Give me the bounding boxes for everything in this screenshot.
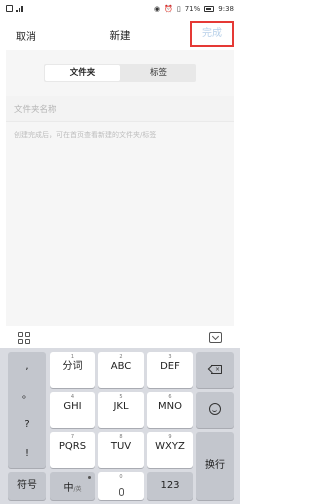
punctuation-key[interactable]: !	[8, 439, 46, 468]
key-3[interactable]: 3 DEF	[147, 352, 193, 388]
backspace-key[interactable]: ×	[196, 352, 234, 388]
backspace-icon: ×	[207, 365, 222, 374]
key-9[interactable]: 9 WXYZ	[147, 432, 193, 468]
vibrate-icon: ▯	[176, 5, 181, 13]
chinese-english-key[interactable]: 中/英	[50, 472, 95, 500]
keyboard: , 。 ? ! 1 分词 2 ABC 3 DEF × 4 GHI 5 JKL 6…	[0, 348, 240, 504]
tab-folder[interactable]: 文件夹	[45, 65, 120, 81]
hide-keyboard-icon[interactable]	[209, 332, 222, 343]
indicator-dot-icon	[88, 476, 91, 479]
clock: 9:38	[218, 5, 234, 13]
create-panel: 文件夹 标签 文件夹名称 创建完成后，可在首页查看新建的文件夹/标签	[6, 50, 234, 326]
space-key[interactable]: 0	[98, 472, 144, 500]
key-6[interactable]: 6 MNO	[147, 392, 193, 428]
emoji-key[interactable]	[196, 392, 234, 428]
microphone-icon	[118, 488, 124, 496]
tab-tag[interactable]: 标签	[121, 64, 196, 82]
signal-icon	[16, 5, 23, 12]
battery-icon	[204, 6, 215, 12]
key-4[interactable]: 4 GHI	[50, 392, 95, 428]
keyboard-toolbar	[0, 326, 240, 348]
punctuation-key[interactable]: ?	[8, 410, 46, 439]
status-bar: ◉ ⏰ ▯ 71% 9:38	[0, 0, 240, 20]
done-button[interactable]: 完成	[190, 21, 234, 47]
notification-icon	[6, 5, 13, 12]
key-1[interactable]: 1 分词	[50, 352, 95, 388]
eye-icon: ◉	[154, 5, 161, 13]
key-5[interactable]: 5 JKL	[98, 392, 144, 428]
folder-name-input[interactable]: 文件夹名称	[6, 96, 234, 122]
alarm-icon: ⏰	[164, 5, 173, 13]
punctuation-column[interactable]: , 。 ? !	[8, 352, 46, 468]
punctuation-key[interactable]: 。	[8, 381, 46, 410]
emoji-icon	[209, 403, 221, 415]
symbol-key[interactable]: 符号	[8, 472, 46, 500]
type-segmented-control: 文件夹 标签	[44, 64, 196, 82]
battery-percent: 71%	[184, 5, 201, 13]
key-2[interactable]: 2 ABC	[98, 352, 144, 388]
top-bar: 取消 新建 完成	[0, 20, 240, 50]
numbers-key[interactable]: 123	[147, 472, 193, 500]
enter-key[interactable]: 换行	[196, 432, 234, 500]
punctuation-key[interactable]: ,	[8, 352, 46, 381]
key-7[interactable]: 7 PQRS	[50, 432, 95, 468]
keyboard-menu-icon[interactable]	[18, 332, 30, 344]
hint-text: 创建完成后，可在首页查看新建的文件夹/标签	[14, 131, 157, 139]
key-8[interactable]: 8 TUV	[98, 432, 144, 468]
